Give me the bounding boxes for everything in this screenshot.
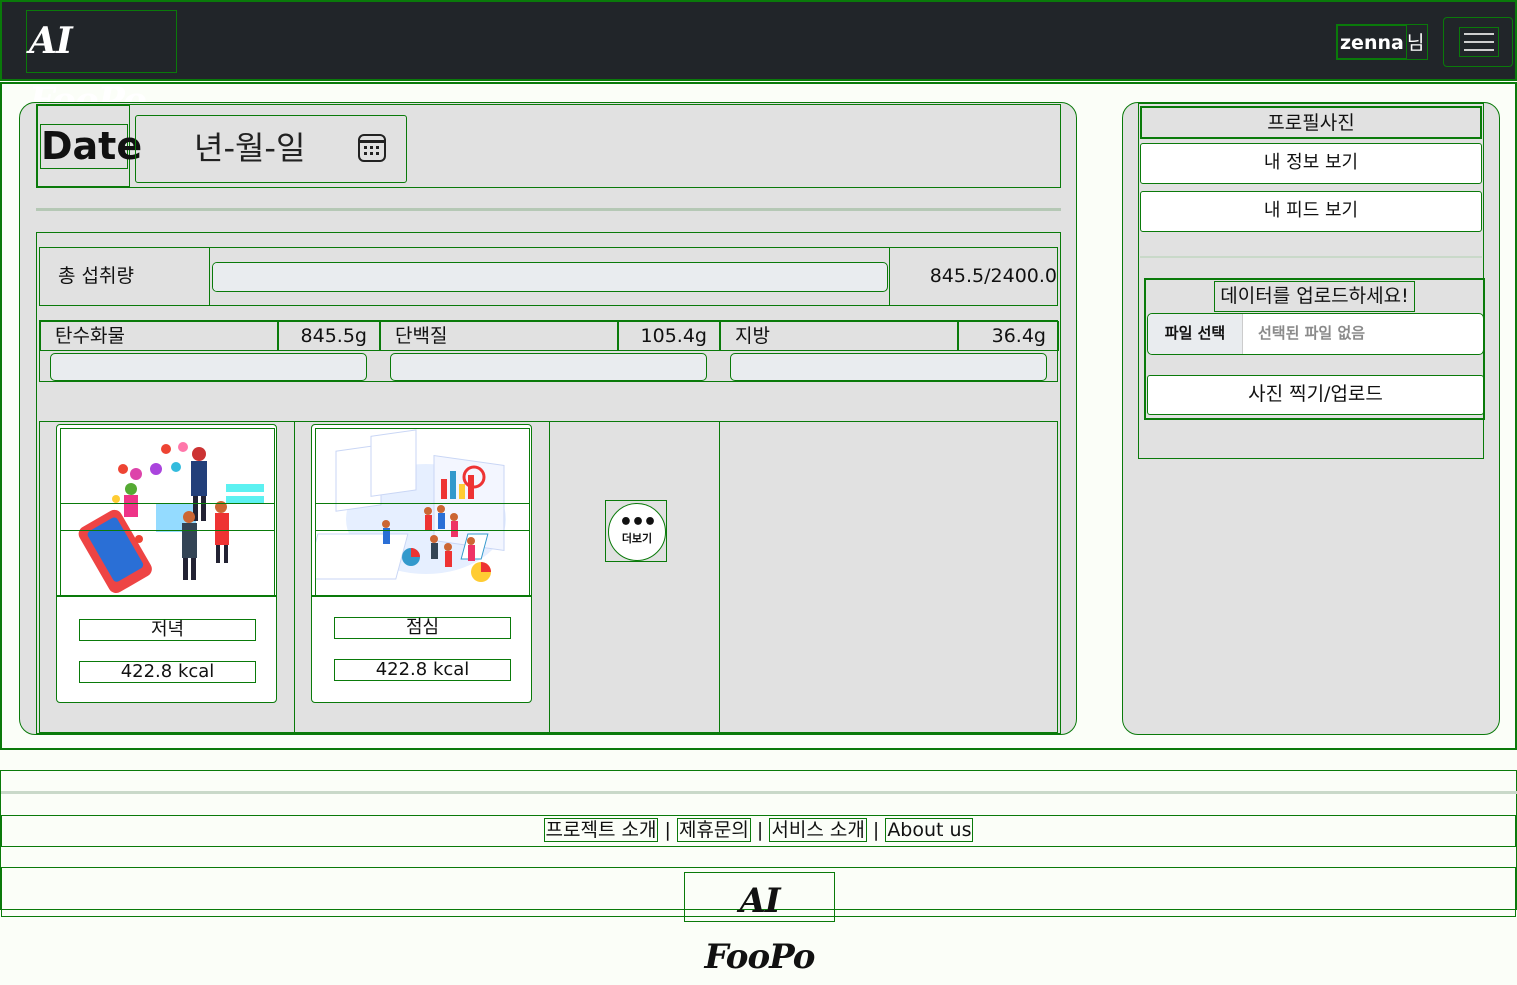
macro-carbs-label: 탄수화물 bbox=[40, 321, 278, 351]
meal-card-dinner[interactable]: 저녁 422.8 kcal bbox=[56, 424, 277, 703]
macro-carbs: 탄수화물 845.5g bbox=[40, 321, 380, 381]
date-label-cell: Date bbox=[37, 105, 143, 187]
macros-row: 탄수화물 845.5g 단백질 105.4g 지방 36.4g bbox=[39, 320, 1060, 382]
meal-card-lunch[interactable]: 점심 422.8 kcal bbox=[311, 424, 532, 703]
total-intake-value-cell: 845.5/2400.0 bbox=[889, 248, 1057, 305]
meal-column bbox=[550, 422, 720, 732]
meal-column: 저녁 422.8 kcal bbox=[40, 422, 295, 732]
footer-separator: | bbox=[756, 819, 764, 841]
macro-carbs-progress bbox=[50, 353, 367, 381]
more-label: 더보기 bbox=[621, 532, 653, 545]
meal-kcal: 422.8 kcal bbox=[334, 659, 511, 681]
meal-name: 점심 bbox=[334, 617, 511, 639]
meal-info: 저녁 422.8 kcal bbox=[57, 595, 276, 703]
intake-summary: 총 섭취량 845.5/2400.0 탄수화물 845.5g 단백질 105.4… bbox=[36, 232, 1061, 734]
more-button-wrapper: ••• 더보기 bbox=[605, 500, 667, 562]
calendar-icon[interactable] bbox=[358, 134, 386, 162]
footer-links: 프로젝트 소개 | 제휴문의 | 서비스 소개 | About us bbox=[1, 815, 1516, 847]
username: zenna bbox=[1337, 25, 1407, 59]
macro-protein-value: 105.4g bbox=[618, 321, 720, 351]
meal-image-lunch bbox=[315, 428, 530, 596]
photo-upload-button[interactable]: 사진 찍기/업로드 bbox=[1147, 375, 1484, 415]
date-input[interactable]: 년-월-일 bbox=[135, 115, 407, 183]
footer-link-service[interactable]: 서비스 소개 bbox=[769, 818, 867, 842]
top-navbar: AI FooPo zenna 님 bbox=[0, 0, 1517, 122]
divider bbox=[1140, 256, 1482, 258]
macro-protein-progress bbox=[390, 353, 707, 381]
macro-protein-label: 단백질 bbox=[380, 321, 618, 351]
macro-fat-value: 36.4g bbox=[958, 321, 1059, 351]
profile-photo-title: 프로필사진 bbox=[1140, 106, 1482, 139]
daily-intake-card: Date 년-월-일 총 섭취량 845.5/2400.0 탄수화물 845.5… bbox=[19, 102, 1077, 735]
divider bbox=[1, 791, 1517, 794]
meal-kcal: 422.8 kcal bbox=[79, 661, 256, 683]
macro-fat-progress bbox=[730, 353, 1047, 381]
image-overlay-band bbox=[316, 503, 529, 531]
footer-brand-logo[interactable]: AI FooPo bbox=[684, 872, 835, 977]
file-input[interactable]: 파일 선택 선택된 파일 없음 bbox=[1147, 313, 1484, 355]
macro-fat: 지방 36.4g bbox=[720, 321, 1060, 381]
file-select-button[interactable]: 파일 선택 bbox=[1148, 314, 1243, 354]
footer-separator: | bbox=[872, 819, 880, 841]
menu-toggle-button[interactable] bbox=[1443, 17, 1513, 67]
macro-fat-label: 지방 bbox=[720, 321, 958, 351]
upload-section: 데이터를 업로드하세요! 파일 선택 선택된 파일 없음 사진 찍기/업로드 bbox=[1144, 278, 1485, 420]
footer: 프로젝트 소개 | 제휴문의 | 서비스 소개 | About us AI Fo… bbox=[0, 770, 1517, 977]
more-button[interactable]: ••• 더보기 bbox=[608, 503, 666, 561]
footer-link-project[interactable]: 프로젝트 소개 bbox=[543, 818, 659, 842]
more-dots-icon: ••• bbox=[618, 510, 657, 535]
profile-card: 프로필사진 내 정보 보기 내 피드 보기 데이터를 업로드하세요! 파일 선택… bbox=[1122, 102, 1500, 735]
footer-link-partnership[interactable]: 제휴문의 bbox=[676, 818, 751, 842]
my-feed-button[interactable]: 내 피드 보기 bbox=[1140, 191, 1482, 232]
date-label: Date bbox=[40, 124, 143, 169]
meal-column: 점심 422.8 kcal bbox=[295, 422, 550, 732]
footer-link-about[interactable]: About us bbox=[885, 818, 974, 842]
meal-name: 저녁 bbox=[79, 619, 256, 641]
main-content: Date 년-월-일 총 섭취량 845.5/2400.0 탄수화물 845.5… bbox=[0, 82, 1517, 750]
user-greeting[interactable]: zenna 님 bbox=[1336, 24, 1428, 60]
footer-brand-row: AI FooPo bbox=[1, 867, 1516, 977]
username-suffix: 님 bbox=[1406, 32, 1425, 54]
file-status: 선택된 파일 없음 bbox=[1258, 324, 1366, 342]
image-overlay-band bbox=[61, 503, 274, 531]
date-row: Date 년-월-일 bbox=[36, 104, 1061, 188]
total-intake-value: 845.5/2400.0 bbox=[929, 265, 1057, 287]
footer-separator: | bbox=[664, 819, 671, 841]
total-intake-progress-fill bbox=[213, 263, 451, 291]
upload-title: 데이터를 업로드하세요! bbox=[1214, 281, 1415, 312]
meal-image-dinner bbox=[60, 428, 275, 596]
meal-info: 점심 422.8 kcal bbox=[312, 595, 531, 703]
total-intake-progress bbox=[212, 262, 888, 292]
divider bbox=[36, 208, 1061, 211]
brand-logo[interactable]: AI FooPo bbox=[26, 10, 177, 122]
total-intake-label: 총 섭취량 bbox=[40, 248, 210, 305]
hamburger-menu-icon bbox=[1459, 27, 1499, 57]
date-placeholder: 년-월-일 bbox=[194, 129, 306, 167]
meal-list: 저녁 422.8 kcal 점심 422.8 kcal ••• 더보기 bbox=[39, 421, 1058, 733]
macro-carbs-value: 845.5g bbox=[278, 321, 380, 351]
macro-protein: 단백질 105.4g bbox=[380, 321, 720, 381]
total-intake-row: 총 섭취량 845.5/2400.0 bbox=[39, 247, 1058, 306]
profile-panel: 프로필사진 내 정보 보기 내 피드 보기 데이터를 업로드하세요! 파일 선택… bbox=[1138, 103, 1485, 459]
my-info-button[interactable]: 내 정보 보기 bbox=[1140, 143, 1482, 184]
